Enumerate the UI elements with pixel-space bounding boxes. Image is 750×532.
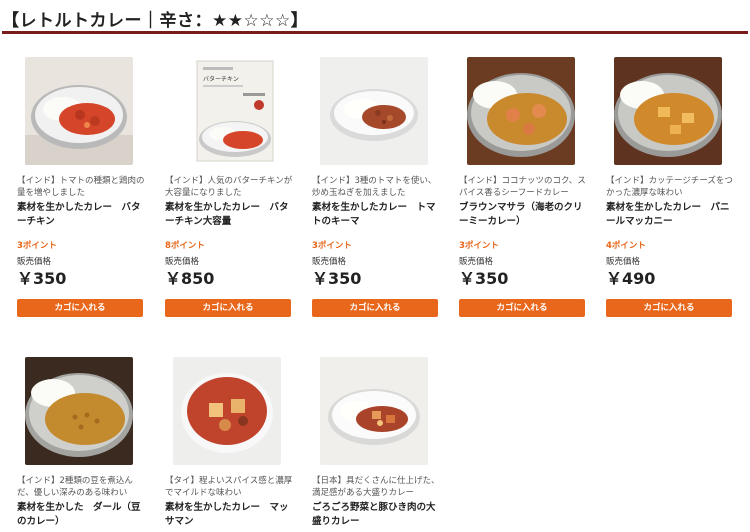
add-to-cart-button[interactable]: カゴに入れる bbox=[606, 299, 732, 317]
product-name[interactable]: 素材を生かしたカレー バターチキン bbox=[17, 201, 147, 229]
points-label: 3ポイント bbox=[17, 241, 57, 251]
points-label: 3ポイント bbox=[459, 241, 499, 251]
product-name[interactable]: 素材を生かしたカレー パニールマッカニー bbox=[606, 201, 736, 229]
product-name[interactable]: ごろごろ野菜と豚ひき肉の大盛りカレー bbox=[312, 501, 442, 529]
product-description: 【日本】具だくさんに仕上げた、満足感がある大盛りカレー bbox=[312, 476, 440, 498]
product-description: 【インド】ココナッツのコク、スパイス香るシーフードカレー bbox=[459, 176, 586, 198]
product-image[interactable] bbox=[614, 57, 722, 165]
curry-package-icon: バターチキン bbox=[173, 57, 281, 165]
curry-plate-icon bbox=[320, 57, 428, 165]
product-name[interactable]: 素材を生かしたカレー トマトのキーマ bbox=[312, 201, 442, 229]
price-value: ￥490 bbox=[606, 269, 656, 288]
product-image[interactable] bbox=[25, 357, 133, 465]
product-name[interactable]: ブラウンマサラ（海老のクリーミーカレー） bbox=[459, 201, 589, 229]
curry-plate-icon bbox=[614, 57, 722, 165]
points-label: 4ポイント bbox=[606, 241, 646, 251]
product-description: 【インド】人気のバターチキンが大容量になりました bbox=[165, 176, 293, 198]
package-label: バターチキン bbox=[203, 75, 239, 83]
curry-plate-icon bbox=[25, 357, 133, 465]
product-description: 【タイ】程よいスパイス感と濃厚でマイルドな味わい bbox=[165, 476, 293, 498]
product-description: 【インド】トマトの種類と鶏肉の量を増やしました bbox=[17, 176, 145, 198]
product-name[interactable]: 素材を生かした ダール（豆のカレー） bbox=[17, 501, 147, 529]
product-description: 【インド】カッテージチーズをつかった濃厚な味わい bbox=[606, 176, 733, 198]
add-to-cart-button[interactable]: カゴに入れる bbox=[459, 299, 585, 317]
product-name[interactable]: 素材を生かしたカレー マッサマン bbox=[165, 501, 295, 529]
product-image[interactable] bbox=[467, 57, 575, 165]
price-value: ￥850 bbox=[165, 269, 215, 288]
price-value: ￥350 bbox=[17, 269, 67, 288]
add-to-cart-button[interactable]: カゴに入れる bbox=[17, 299, 143, 317]
curry-plate-icon bbox=[467, 57, 575, 165]
product-name[interactable]: 素材を生かしたカレー バターチキン大容量 bbox=[165, 201, 295, 229]
product-description: 【インド】2種類の豆を煮込んだ、優しい深みのある味わい bbox=[17, 476, 133, 498]
product-grid: 【インド】トマトの種類と鶏肉の量を増やしました 素材を生かしたカレー バターチキ… bbox=[0, 0, 750, 532]
curry-bowl-icon bbox=[173, 357, 281, 465]
product-description: 【インド】3種のトマトを使い、炒め玉ねぎを加えました bbox=[312, 176, 437, 198]
add-to-cart-button[interactable]: カゴに入れる bbox=[312, 299, 438, 317]
curry-plate-icon bbox=[320, 357, 428, 465]
points-label: 8ポイント bbox=[165, 241, 205, 251]
add-to-cart-button[interactable]: カゴに入れる bbox=[165, 299, 291, 317]
product-image[interactable] bbox=[320, 357, 428, 465]
price-value: ￥350 bbox=[459, 269, 509, 288]
product-image[interactable]: バターチキン bbox=[173, 57, 281, 165]
product-image[interactable] bbox=[173, 357, 281, 465]
price-value: ￥350 bbox=[312, 269, 362, 288]
curry-plate-icon bbox=[25, 57, 133, 165]
product-image[interactable] bbox=[25, 57, 133, 165]
product-image[interactable] bbox=[320, 57, 428, 165]
points-label: 3ポイント bbox=[312, 241, 352, 251]
